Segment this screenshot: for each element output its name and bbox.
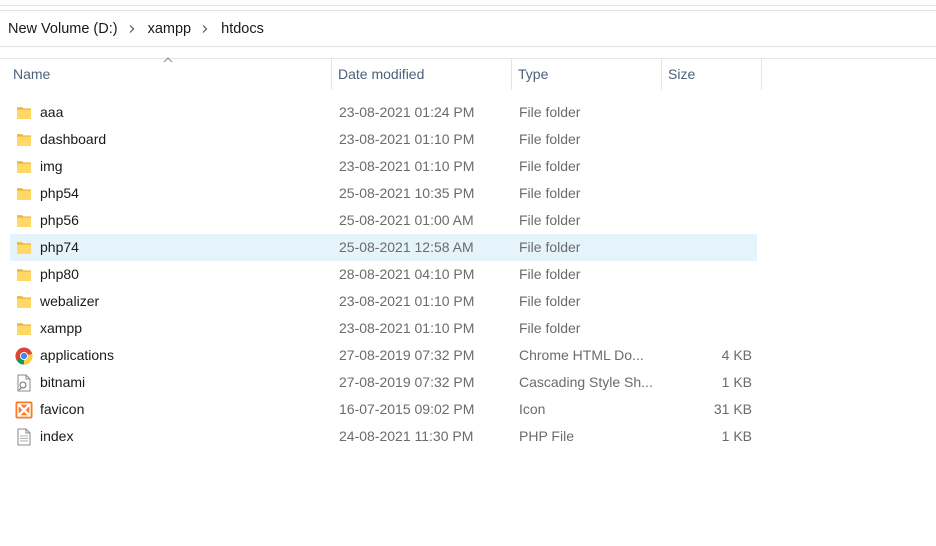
- column-header-date-label: Date modified: [338, 66, 425, 82]
- file-row-php80[interactable]: php80 28-08-2021 04:10 PM File folder: [10, 261, 757, 288]
- sort-ascending-icon: [163, 57, 173, 63]
- column-header-name-label: Name: [13, 66, 51, 82]
- column-header-date[interactable]: Date modified: [332, 59, 512, 90]
- file-date-modified: 23-08-2021 01:24 PM: [339, 104, 475, 120]
- file-name: img: [40, 158, 63, 174]
- file-type: File folder: [519, 212, 581, 228]
- folder-icon: [15, 104, 33, 121]
- file-type: PHP File: [519, 428, 574, 444]
- file-size: 1 KB: [721, 374, 752, 390]
- file-type: File folder: [519, 158, 581, 174]
- file-type: File folder: [519, 185, 581, 201]
- file-size: 31 KB: [713, 401, 752, 417]
- file-name: xampp: [40, 320, 83, 336]
- file-type: File folder: [519, 293, 581, 309]
- column-header-type-label: Type: [518, 66, 549, 82]
- file-name: php80: [40, 266, 79, 282]
- file-date-modified: 25-08-2021 01:00 AM: [339, 212, 474, 228]
- file-type: Icon: [519, 401, 546, 417]
- file-row-php74[interactable]: php74 25-08-2021 12:58 AM File folder: [10, 234, 757, 261]
- file-row-php56[interactable]: php56 25-08-2021 01:00 AM File folder: [10, 207, 757, 234]
- folder-icon: [15, 320, 33, 337]
- file-row-bitnami[interactable]: bitnami 27-08-2019 07:32 PM Cascading Styl…: [10, 369, 757, 396]
- file-row-php54[interactable]: php54 25-08-2021 10:35 PM File folder: [10, 180, 757, 207]
- breadcrumb-xampp[interactable]: xampp: [148, 21, 192, 37]
- file-name: webalizer: [40, 293, 100, 309]
- file-type: File folder: [519, 320, 581, 336]
- folder-icon: [15, 239, 33, 256]
- chevron-right-icon[interactable]: [128, 24, 136, 33]
- file-name: dashboard: [40, 131, 107, 147]
- column-header-name[interactable]: Name: [0, 57, 332, 90]
- column-header-size-label: Size: [668, 66, 696, 82]
- file-date-modified: 28-08-2021 04:10 PM: [339, 266, 475, 282]
- xampp-icon: [15, 401, 33, 419]
- folder-icon: [15, 158, 33, 175]
- folder-icon: [15, 131, 33, 148]
- chevron-right-icon[interactable]: [201, 24, 209, 33]
- file-row-aaa[interactable]: aaa 23-08-2021 01:24 PM File folder: [10, 99, 757, 126]
- file-date-modified: 27-08-2019 07:32 PM: [339, 347, 475, 363]
- file-name: bitnami: [40, 374, 86, 390]
- file-name: php54: [40, 185, 79, 201]
- file-date-modified: 25-08-2021 12:58 AM: [339, 239, 474, 255]
- file-row-xampp[interactable]: xampp 23-08-2021 01:10 PM File folder: [10, 315, 757, 342]
- breadcrumb-volume[interactable]: New Volume (D:): [8, 21, 118, 37]
- file-name: favicon: [40, 401, 85, 417]
- file-date-modified: 23-08-2021 01:10 PM: [339, 320, 475, 336]
- file-date-modified: 16-07-2015 09:02 PM: [339, 401, 475, 417]
- file-row-index[interactable]: index 24-08-2021 11:30 PM PHP File 1 KB: [10, 423, 757, 450]
- folder-icon: [15, 212, 33, 229]
- file-type: Chrome HTML Do...: [519, 347, 644, 363]
- file-row-applications[interactable]: applications 27-08-2019 07:32 PM Chrome HT…: [10, 342, 757, 369]
- file-date-modified: 23-08-2021 01:10 PM: [339, 131, 475, 147]
- file-row-dashboard[interactable]: dashboard 23-08-2021 01:10 PM File folder: [10, 126, 757, 153]
- file-name: index: [40, 428, 74, 444]
- folder-icon: [15, 293, 33, 310]
- file-type: Cascading Style Sh...: [519, 374, 653, 390]
- file-type: File folder: [519, 239, 581, 255]
- file-date-modified: 23-08-2021 01:10 PM: [339, 158, 475, 174]
- file-date-modified: 25-08-2021 10:35 PM: [339, 185, 475, 201]
- file-size: 1 KB: [721, 428, 752, 444]
- file-name: php56: [40, 212, 79, 228]
- file-name: php74: [40, 239, 79, 255]
- column-header-type[interactable]: Type: [512, 59, 662, 90]
- file-type: File folder: [519, 131, 581, 147]
- file-type: File folder: [519, 104, 581, 120]
- file-name: aaa: [40, 104, 64, 120]
- column-header-size[interactable]: Size: [662, 59, 762, 90]
- top-divider: [0, 5, 936, 6]
- file-type: File folder: [519, 266, 581, 282]
- address-bar[interactable]: New Volume (D:) xampp htdocs: [0, 10, 936, 47]
- file-row-webalizer[interactable]: webalizer 23-08-2021 01:10 PM File folder: [10, 288, 757, 315]
- folder-icon: [15, 266, 33, 283]
- text-file-icon: [15, 428, 33, 446]
- file-size: 4 KB: [721, 347, 752, 363]
- breadcrumb-htdocs[interactable]: htdocs: [221, 21, 264, 37]
- file-row-favicon[interactable]: favicon 16-07-2015 09:02 PM Icon 31 KB: [10, 396, 757, 423]
- file-date-modified: 24-08-2021 11:30 PM: [339, 428, 474, 444]
- file-date-modified: 27-08-2019 07:32 PM: [339, 374, 475, 390]
- folder-icon: [15, 185, 33, 202]
- file-row-img[interactable]: img 23-08-2021 01:10 PM File folder: [10, 153, 757, 180]
- column-header-row: Name Date modified Type Size: [0, 57, 936, 91]
- css-file-icon: [15, 374, 33, 392]
- chrome-icon: [15, 347, 33, 365]
- file-name: applications: [40, 347, 114, 363]
- file-date-modified: 23-08-2021 01:10 PM: [339, 293, 475, 309]
